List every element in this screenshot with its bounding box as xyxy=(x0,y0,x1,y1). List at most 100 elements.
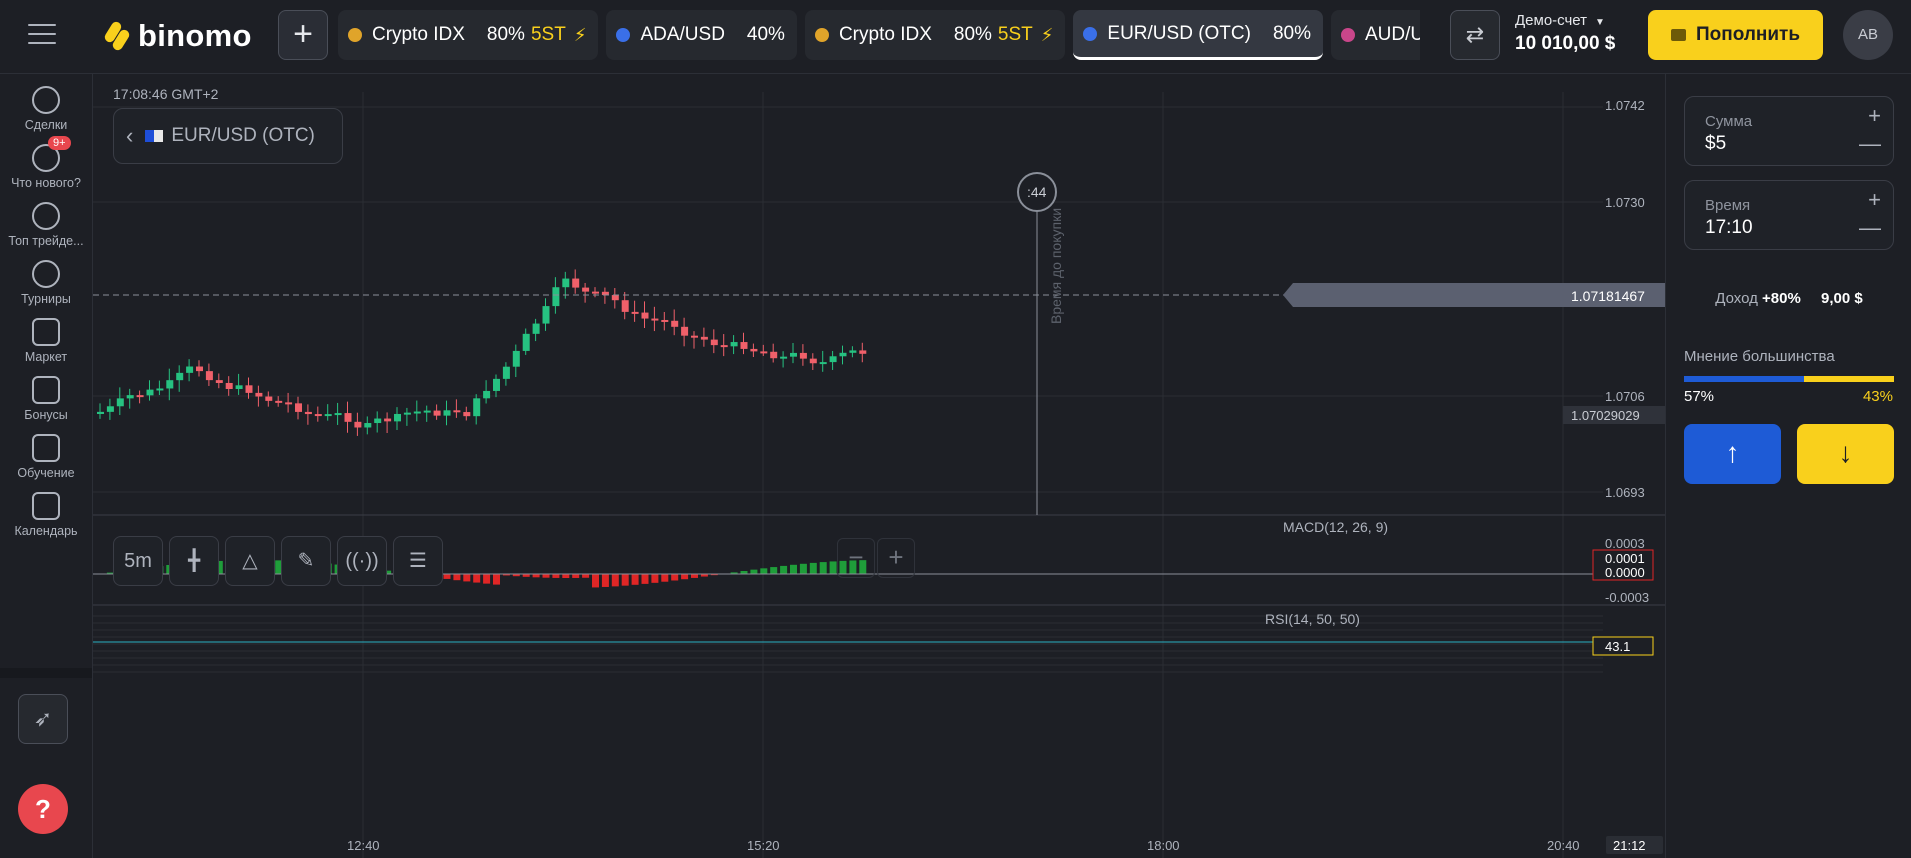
candle xyxy=(166,380,174,389)
candle xyxy=(275,400,283,403)
macd-bar xyxy=(562,574,570,578)
sidebar-item-label: Топ трейде... xyxy=(8,234,84,248)
candle xyxy=(799,352,807,359)
sync-icon[interactable]: ⇄ xyxy=(1450,10,1500,60)
macd-bar xyxy=(651,574,659,583)
majority-label: Мнение большинства xyxy=(1684,348,1835,365)
rsi-value-label: 43.1 xyxy=(1605,639,1630,654)
graduation-cap-icon xyxy=(32,434,60,462)
calendar-icon xyxy=(32,492,60,520)
price-chart[interactable]: 1.0742 1.0730 1.0706 1.0693 12:40 15:20 18:00 2… xyxy=(93,74,1665,858)
sidebar-item-0[interactable]: Сделки xyxy=(0,86,92,132)
zoom-out-button[interactable]: − xyxy=(837,538,875,578)
time-minus-button[interactable]: — xyxy=(1859,215,1881,241)
logo[interactable]: binomo xyxy=(102,16,252,56)
candle xyxy=(364,423,372,428)
zoom-controls: − + xyxy=(837,538,915,578)
asset-icon xyxy=(348,28,362,42)
candle xyxy=(225,382,233,389)
macd-bar xyxy=(809,562,817,574)
asset-tab[interactable]: ADA/USD 40% xyxy=(606,10,797,60)
rocket-icon[interactable]: ➶ xyxy=(18,694,68,744)
trophy-icon xyxy=(32,260,60,288)
amount-input[interactable] xyxy=(1705,133,1825,155)
timeframe-button[interactable]: 5m xyxy=(113,536,163,586)
time-plus-button[interactable]: + xyxy=(1868,187,1881,213)
candle xyxy=(473,398,481,417)
sidebar-item-5[interactable]: Бонусы xyxy=(0,376,92,422)
candle xyxy=(403,412,411,415)
candle xyxy=(334,413,342,416)
asset-selector[interactable]: ‹ EUR/USD (OTC) xyxy=(113,108,343,164)
sidebar-item-7[interactable]: Календарь xyxy=(0,492,92,538)
asset-icon xyxy=(1341,28,1355,42)
income-info: Доход +80% 9,00 $ xyxy=(1666,290,1911,307)
sidebar-item-1[interactable]: Что нового? 9+ xyxy=(0,136,92,190)
deposit-label: Пополнить xyxy=(1695,24,1801,45)
income-amount: 9,00 $ xyxy=(1821,290,1863,307)
macd-bar xyxy=(641,574,649,584)
macd-tick-label: 0.0003 xyxy=(1605,536,1645,551)
asset-icon xyxy=(616,28,631,42)
zoom-in-button[interactable]: + xyxy=(877,538,915,578)
chart-area[interactable]: 1.0742 1.0730 1.0706 1.0693 12:40 15:20 18:00 2… xyxy=(93,74,1665,858)
pencil-icon[interactable]: ✎ xyxy=(281,536,331,586)
asset-tab[interactable]: EUR/USD (OTC) 80% xyxy=(1073,10,1323,60)
candle xyxy=(532,323,540,334)
asset-tab[interactable]: Crypto IDX 80% 5ST ⚡ xyxy=(804,10,1066,60)
candle xyxy=(641,312,649,319)
sidebar-item-2[interactable]: Топ трейде... xyxy=(0,202,92,248)
top-bar: binomo + Crypto IDX 80% 5ST ⚡ ADA/USD 40% Cryp… xyxy=(0,0,1911,74)
majority-up-percent: 57% xyxy=(1684,388,1715,405)
candles-icon[interactable]: ╋ xyxy=(169,536,219,586)
asset-name: EUR/USD (OTC) xyxy=(171,125,315,146)
macd-bar xyxy=(542,574,550,578)
asset-tab[interactable]: Crypto IDX 80% 5ST ⚡ xyxy=(338,10,599,60)
clock-icon xyxy=(32,86,60,114)
sidebar-item-4[interactable]: Маркет xyxy=(0,318,92,364)
tab-asset-name: EUR/USD (OTC) xyxy=(1107,22,1251,44)
sidebar-item-6[interactable]: Обучение xyxy=(0,434,92,480)
asset-tab[interactable]: AUD/USD xyxy=(1331,10,1420,60)
macd-bar xyxy=(621,574,629,586)
candle xyxy=(126,395,134,399)
candle xyxy=(740,342,748,349)
shopping-bag-icon xyxy=(32,318,60,346)
countdown-label: :44 xyxy=(1027,184,1047,200)
candle xyxy=(700,336,708,340)
arrow-up-icon: ↑ xyxy=(1725,437,1740,468)
avatar[interactable]: AB xyxy=(1843,10,1893,60)
buy-up-button[interactable]: ↑ xyxy=(1684,424,1781,484)
sidebar-item-3[interactable]: Турниры xyxy=(0,260,92,306)
candle xyxy=(592,291,599,294)
candle xyxy=(829,356,837,363)
support-button[interactable]: ? xyxy=(18,784,68,834)
buy-down-button[interactable]: ↓ xyxy=(1797,424,1894,484)
macd-bar xyxy=(760,568,768,574)
amount-plus-button[interactable]: + xyxy=(1868,103,1881,129)
compass-icon[interactable]: △ xyxy=(225,536,275,586)
layout-icon[interactable]: ☰ xyxy=(393,536,443,586)
notification-badge: 9+ xyxy=(48,136,71,150)
time-input[interactable] xyxy=(1705,217,1825,239)
candle xyxy=(691,335,698,338)
deposit-button[interactable]: Пополнить xyxy=(1648,10,1823,60)
macd-value-label: 0.0000 xyxy=(1605,565,1645,580)
candle xyxy=(146,389,154,396)
macd-bar xyxy=(582,574,590,578)
signals-icon[interactable]: ((·)) xyxy=(337,536,387,586)
macd-bar xyxy=(572,574,580,578)
candle xyxy=(522,333,530,351)
candle xyxy=(582,287,590,292)
macd-bar xyxy=(799,563,807,574)
macd-bar xyxy=(671,574,679,581)
candle xyxy=(631,311,639,314)
candle xyxy=(780,356,788,359)
menu-icon[interactable] xyxy=(28,24,56,48)
add-asset-button[interactable]: + xyxy=(278,10,328,60)
tab-asset-name: Crypto IDX xyxy=(372,24,465,45)
asset-tabs: Crypto IDX 80% 5ST ⚡ ADA/USD 40% Crypto IDX 80%… xyxy=(338,10,1420,60)
candle xyxy=(661,319,669,322)
amount-minus-button[interactable]: — xyxy=(1859,131,1881,157)
account-switcher[interactable]: Демо-счет ▼ 10 010,00 $ xyxy=(1515,12,1615,55)
